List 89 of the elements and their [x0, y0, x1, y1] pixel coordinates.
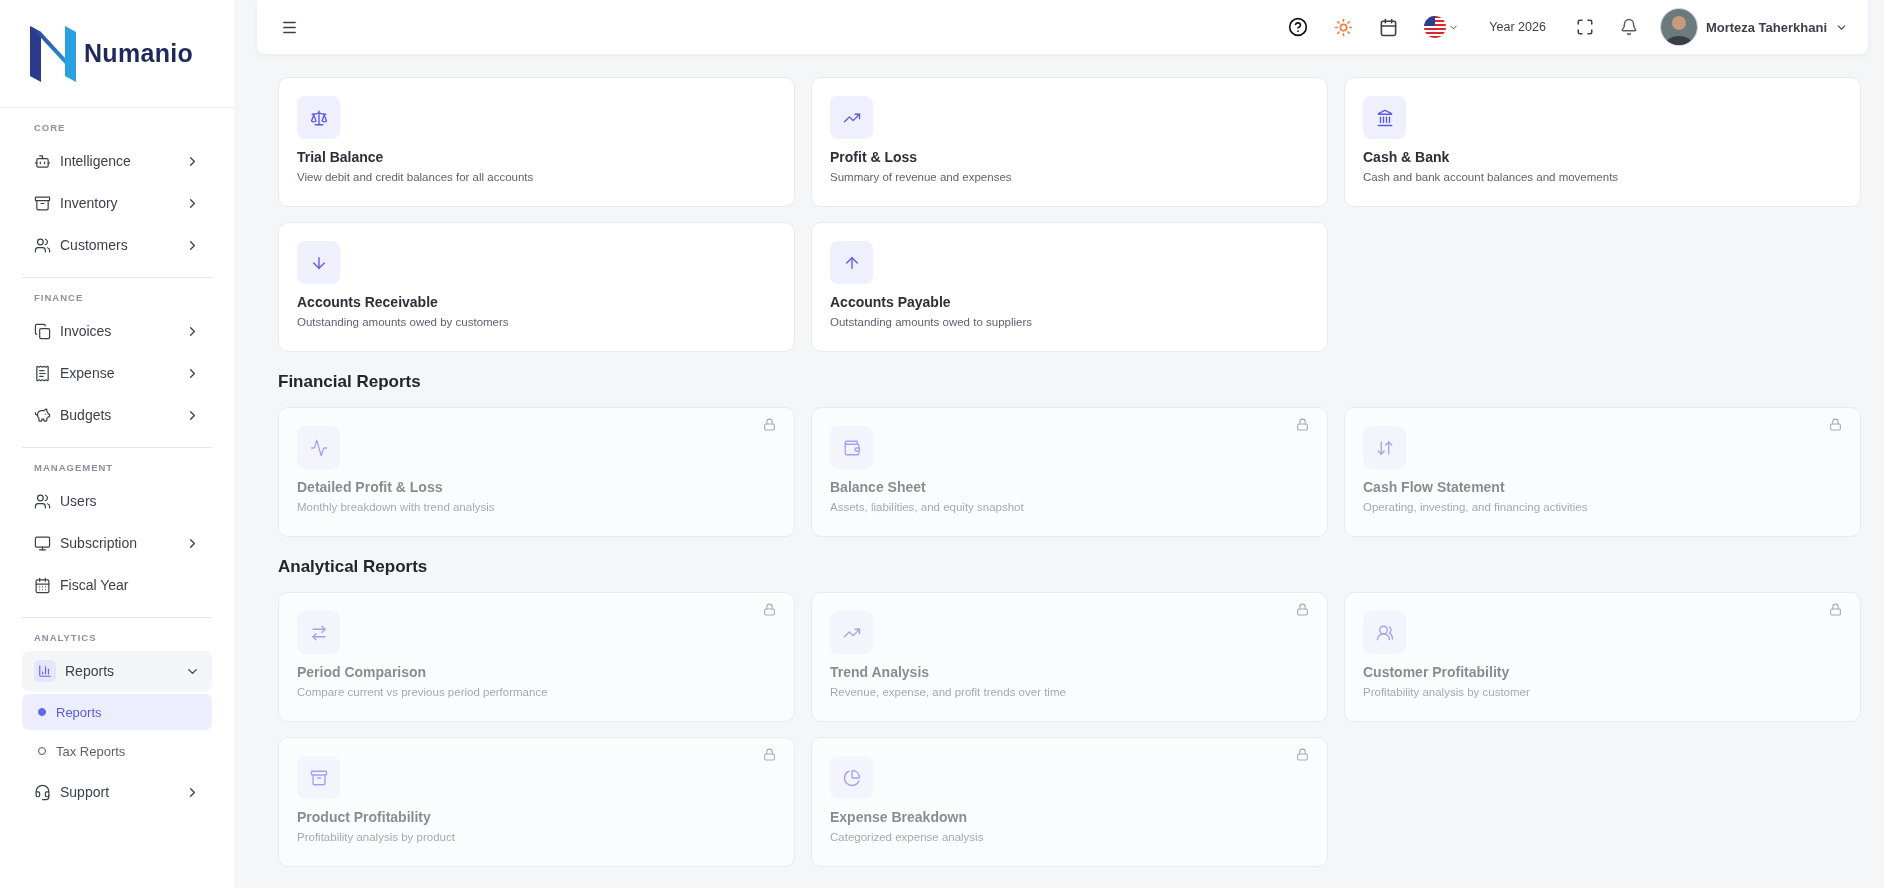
- card-description: Operating, investing, and financing activities: [1363, 501, 1589, 513]
- user-menu[interactable]: Morteza Taherkhani: [1659, 8, 1848, 46]
- section-label: CORE: [33, 121, 67, 135]
- pulse-chart-icon: [297, 426, 340, 469]
- card-description: Cash and bank account balances and movements: [1363, 171, 1620, 183]
- headset-icon: [34, 783, 51, 801]
- card-description: Outstanding amounts owed by customers: [297, 316, 510, 328]
- card-description: Compare current vs previous period performance: [297, 686, 549, 698]
- card-description: Monthly breakdown with trend analysis: [297, 501, 496, 513]
- card-description: Summary of revenue and expenses: [830, 171, 1013, 183]
- lock-icon: [1296, 603, 1309, 616]
- nav-item[interactable]: Expense: [22, 353, 212, 393]
- arrow-down-icon: [297, 241, 340, 284]
- section-label: ANALYTICS: [33, 631, 98, 645]
- logo-icon: [30, 25, 76, 82]
- lock-icon: [763, 418, 776, 431]
- nav-item[interactable]: Users: [22, 481, 212, 521]
- swap-arrows-icon: [297, 611, 340, 654]
- card-title: Cash & Bank: [1363, 149, 1451, 165]
- card-title: Product Profitability: [297, 809, 432, 825]
- nav-item[interactable]: Customers: [22, 225, 212, 265]
- bank-icon: [1363, 96, 1406, 139]
- bullet-icon: [38, 708, 46, 716]
- card-title: Trend Analysis: [830, 664, 931, 680]
- card-title: Period Comparison: [297, 664, 428, 680]
- lock-icon: [763, 748, 776, 761]
- card-description: Outstanding amounts owed to suppliers: [830, 316, 1033, 328]
- avatar-icon: [1659, 8, 1698, 46]
- lock-icon: [1296, 418, 1309, 431]
- card-title: Balance Sheet: [830, 479, 927, 495]
- trend-up-icon: [830, 611, 873, 654]
- copy-icon: [34, 322, 51, 340]
- card-title: Profit & Loss: [830, 149, 919, 165]
- nav-subitem[interactable]: Tax Reports: [22, 733, 212, 769]
- calendar-icon: [34, 576, 51, 594]
- section-heading: Financial Reports: [278, 372, 422, 392]
- wallet-icon: [830, 426, 873, 469]
- nav-subitem[interactable]: Reports: [22, 694, 212, 730]
- flag-icon: [1424, 16, 1447, 38]
- card-title: Cash Flow Statement: [1363, 479, 1506, 495]
- brand-name: Numanio: [84, 39, 194, 68]
- report-card[interactable]: Profit & Loss Summary of revenue and expenses: [811, 77, 1328, 207]
- card-title: Expense Breakdown: [830, 809, 968, 825]
- card-title: Accounts Receivable: [297, 294, 439, 310]
- card-title: Customer Profitability: [1363, 664, 1511, 680]
- card-description: Revenue, expense, and profit trends over time: [830, 686, 1067, 698]
- nav-item[interactable]: Reports: [22, 651, 212, 691]
- report-card[interactable]: Accounts Receivable Outstanding amounts owed by customers: [278, 222, 795, 352]
- nav-item[interactable]: Subscription: [22, 523, 212, 563]
- report-card[interactable]: Accounts Payable Outstanding amounts owed to suppliers: [811, 222, 1328, 352]
- nav-item[interactable]: Budgets: [22, 395, 212, 435]
- archive-icon: [34, 194, 51, 212]
- robot-icon: [34, 152, 51, 170]
- monitor-icon: [34, 534, 51, 552]
- lock-icon: [763, 603, 776, 616]
- card-description: Assets, liabilities, and equity snapshot: [830, 501, 1025, 513]
- lock-icon: [1296, 748, 1309, 761]
- users-icon: [34, 492, 51, 510]
- users-icon: [34, 236, 51, 254]
- card-description: Profitability analysis by customer: [1363, 686, 1531, 698]
- nav-item[interactable]: Intelligence: [22, 141, 212, 181]
- piggy-bank-icon: [34, 406, 51, 424]
- arrow-up-icon: [830, 241, 873, 284]
- up-down-arrows-icon: [1363, 426, 1406, 469]
- card-title: Trial Balance: [297, 149, 385, 165]
- card-description: Profitability analysis by product: [297, 831, 456, 843]
- card-description: View debit and credit balances for all accounts: [297, 171, 535, 183]
- card-title: Accounts Payable: [830, 294, 952, 310]
- section-label: MANAGEMENT: [33, 461, 115, 475]
- nav-item[interactable]: Inventory: [22, 183, 212, 223]
- card-title: Detailed Profit & Loss: [297, 479, 444, 495]
- receipt-icon: [34, 364, 51, 382]
- section-label: FINANCE: [33, 291, 85, 305]
- section-heading: Analytical Reports: [278, 557, 429, 577]
- users-icon: [1363, 611, 1406, 654]
- nav-item[interactable]: Fiscal Year: [22, 565, 212, 605]
- bar-chart-icon: [34, 660, 56, 682]
- lock-icon: [1829, 418, 1842, 431]
- trend-up-icon: [830, 96, 873, 139]
- lock-icon: [1829, 603, 1842, 616]
- report-card[interactable]: Cash & Bank Cash and bank account balances and movements: [1344, 77, 1861, 207]
- archive-icon: [297, 756, 340, 799]
- nav-item[interactable]: Invoices: [22, 311, 212, 351]
- card-description: Categorized expense analysis: [830, 831, 985, 843]
- year-selector[interactable]: Year 2026: [1481, 16, 1554, 38]
- nav-item[interactable]: Support: [22, 772, 212, 812]
- report-card[interactable]: Trial Balance View debit and credit balances for all accounts: [278, 77, 795, 207]
- scales-icon: [297, 96, 340, 139]
- pie-chart-icon: [830, 756, 873, 799]
